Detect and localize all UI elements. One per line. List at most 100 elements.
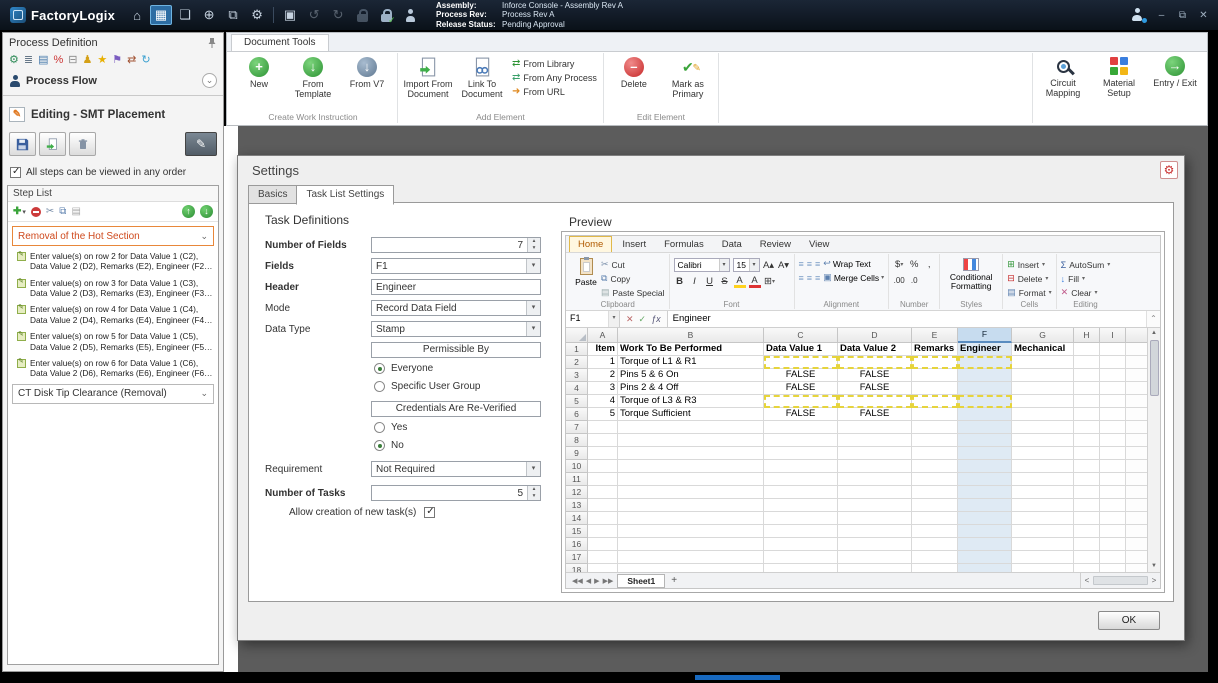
underline-button[interactable]: U <box>704 275 716 288</box>
cell-h11[interactable] <box>1074 473 1100 486</box>
row-header-18[interactable]: 18 <box>566 564 588 572</box>
cell-d8[interactable] <box>838 434 912 447</box>
move-step-down-icon[interactable]: ↓ <box>200 205 213 218</box>
cell-h15[interactable] <box>1074 525 1100 538</box>
material-setup-button[interactable]: Material Setup <box>1093 53 1145 123</box>
align-left-icon[interactable]: ≡ <box>799 273 804 283</box>
minimize-button[interactable]: – <box>1155 10 1168 21</box>
cell-c14[interactable] <box>764 512 838 525</box>
step-task-item[interactable]: Enter value(s) on row 3 for Data Value 1… <box>8 275 218 302</box>
cell-h9[interactable] <box>1074 447 1100 460</box>
scroll-up-icon[interactable]: ▲ <box>1151 328 1157 339</box>
sync-settings-icon[interactable]: ⚙ <box>9 54 19 66</box>
cell-b7[interactable] <box>618 421 764 434</box>
everyone-radio-row[interactable]: Everyone <box>371 361 541 376</box>
remove-step-icon[interactable] <box>30 206 41 217</box>
cell-b17[interactable] <box>618 551 764 564</box>
cell-e12[interactable] <box>912 486 958 499</box>
last-sheet-icon[interactable]: ▶▶ <box>603 577 614 585</box>
strikethrough-button[interactable]: S <box>719 275 731 288</box>
font-color-button[interactable]: A <box>748 275 761 288</box>
chevron-down-icon[interactable]: ⌄ <box>200 231 208 242</box>
cell-c16[interactable] <box>764 538 838 551</box>
cell-e1[interactable]: Remarks <box>912 343 958 356</box>
next-sheet-icon[interactable]: ▶ <box>594 577 599 585</box>
user-account-icon[interactable] <box>1129 7 1147 23</box>
process-definition-icon[interactable]: ▦ <box>150 5 173 25</box>
cell-a12[interactable] <box>588 486 618 499</box>
cancel-entry-icon[interactable]: ✕ <box>626 314 634 325</box>
cell-g16[interactable] <box>1012 538 1074 551</box>
add-sheet-button[interactable]: + <box>665 575 683 586</box>
entry-exit-button[interactable]: → Entry / Exit <box>1149 53 1201 123</box>
cell-e9[interactable] <box>912 447 958 460</box>
row-header-3[interactable]: 3 <box>566 369 588 382</box>
step-task-item[interactable]: Enter value(s) on row 6 for Data Value 1… <box>8 355 218 382</box>
cell-d16[interactable] <box>838 538 912 551</box>
cell-b11[interactable] <box>618 473 764 486</box>
step-group-item[interactable]: Removal of the Hot Section ⌄ <box>12 226 214 246</box>
collapse-panel-icon[interactable]: ⌄ <box>202 73 217 88</box>
cell-i17[interactable] <box>1100 551 1126 564</box>
excel-tab-insert[interactable]: Insert <box>614 237 654 252</box>
cell-b8[interactable] <box>618 434 764 447</box>
cell-f7[interactable] <box>958 421 1012 434</box>
cell-f14[interactable] <box>958 512 1012 525</box>
cell-i4[interactable] <box>1100 382 1126 395</box>
cell-g13[interactable] <box>1012 499 1074 512</box>
row-header-2[interactable]: 2 <box>566 356 588 369</box>
cell-g5[interactable] <box>1012 395 1074 408</box>
restore-button[interactable]: ⧉ <box>1176 10 1189 21</box>
cell-e16[interactable] <box>912 538 958 551</box>
no-radio-row[interactable]: No <box>371 438 541 453</box>
column-header-f[interactable]: F <box>958 328 1012 343</box>
row-header-5[interactable]: 5 <box>566 395 588 408</box>
allow-creation-checkbox[interactable] <box>424 506 436 518</box>
excel-tab-data[interactable]: Data <box>714 237 750 252</box>
delete-element-button[interactable]: – Delete <box>608 54 660 92</box>
cell-e17[interactable] <box>912 551 958 564</box>
star-icon[interactable]: ★ <box>97 54 107 66</box>
cell-b10[interactable] <box>618 460 764 473</box>
cell-h13[interactable] <box>1074 499 1100 512</box>
row-header-14[interactable]: 14 <box>566 512 588 525</box>
cell-h7[interactable] <box>1074 421 1100 434</box>
fill-button[interactable]: ↓ Fill ▾ <box>1061 272 1111 285</box>
format-cells-button[interactable]: ▤ Format ▾ <box>1007 286 1051 299</box>
add-step-caret-icon[interactable]: ▾ <box>22 208 26 216</box>
paste-button[interactable]: Paste <box>571 256 601 299</box>
row-header-17[interactable]: 17 <box>566 551 588 564</box>
settings-icon[interactable]: ⚙ <box>246 5 268 25</box>
align-top-icon[interactable]: ≡ <box>799 259 804 269</box>
cell-c11[interactable] <box>764 473 838 486</box>
font-name-select[interactable]: Calibri ▾ <box>673 258 730 272</box>
chevron-down-icon[interactable]: ⌄ <box>200 388 208 399</box>
pin-icon[interactable] <box>207 37 217 49</box>
cell-b4[interactable]: Pins 2 & 4 Off <box>618 382 764 395</box>
cell-c5[interactable] <box>764 395 838 408</box>
chevron-down-icon[interactable]: ▾ <box>526 259 540 273</box>
cell-d17[interactable] <box>838 551 912 564</box>
cell-i15[interactable] <box>1100 525 1126 538</box>
cell-h1[interactable] <box>1074 343 1100 356</box>
cell-a4[interactable]: 3 <box>588 382 618 395</box>
cell-a7[interactable] <box>588 421 618 434</box>
spin-down-icon[interactable]: ▾ <box>528 245 540 252</box>
cell-g8[interactable] <box>1012 434 1074 447</box>
undo-icon[interactable]: ↺ <box>303 5 325 25</box>
specific-user-group-radio[interactable] <box>374 381 385 392</box>
cell-a18[interactable] <box>588 564 618 572</box>
document-library-icon[interactable]: ❏ <box>174 5 196 25</box>
cell-a1[interactable]: Item <box>588 343 618 356</box>
italic-button[interactable]: I <box>689 275 701 288</box>
row-header-7[interactable]: 7 <box>566 421 588 434</box>
no-radio[interactable] <box>374 440 385 451</box>
chevron-down-icon[interactable]: ▾ <box>526 322 540 336</box>
cell-a3[interactable]: 2 <box>588 369 618 382</box>
cell-d15[interactable] <box>838 525 912 538</box>
cell-b15[interactable] <box>618 525 764 538</box>
vertical-scrollbar[interactable]: ▲ ▼ <box>1147 328 1160 572</box>
cell-a2[interactable]: 1 <box>588 356 618 369</box>
cell-e3[interactable] <box>912 369 958 382</box>
edit-mode-button[interactable]: ✎ <box>185 132 217 156</box>
